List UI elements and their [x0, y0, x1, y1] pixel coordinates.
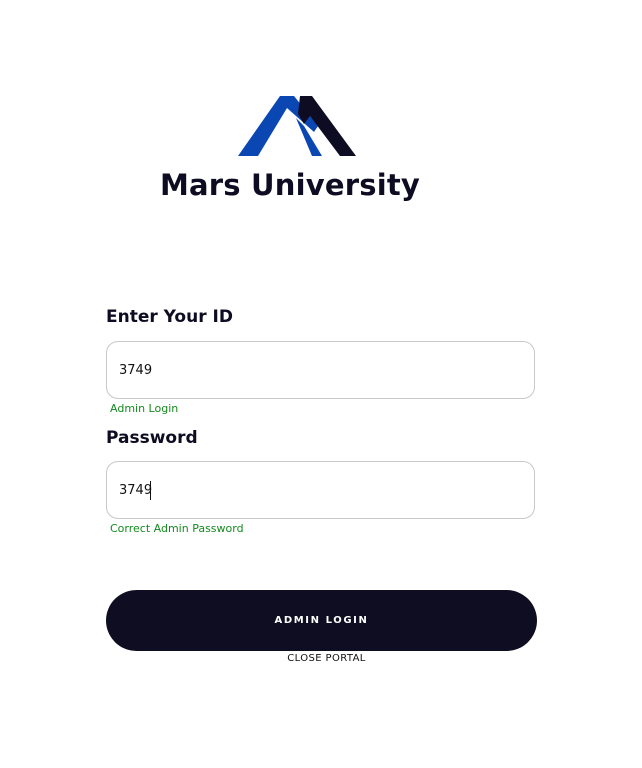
university-name: Mars University: [159, 168, 421, 202]
mountain-m-logo-icon: [238, 96, 356, 156]
password-hint: Correct Admin Password: [110, 522, 244, 535]
password-input[interactable]: [119, 462, 519, 518]
text-caret: [150, 481, 151, 500]
admin-login-button[interactable]: ADMIN LOGIN: [106, 590, 537, 651]
id-field-label: Enter Your ID: [106, 307, 233, 327]
id-input[interactable]: [119, 342, 519, 398]
password-input-container[interactable]: [106, 461, 535, 519]
password-field-label: Password: [106, 428, 198, 448]
id-hint: Admin Login: [110, 402, 179, 415]
id-input-container[interactable]: [106, 341, 535, 399]
close-portal-link[interactable]: CLOSE PORTAL: [106, 653, 547, 664]
